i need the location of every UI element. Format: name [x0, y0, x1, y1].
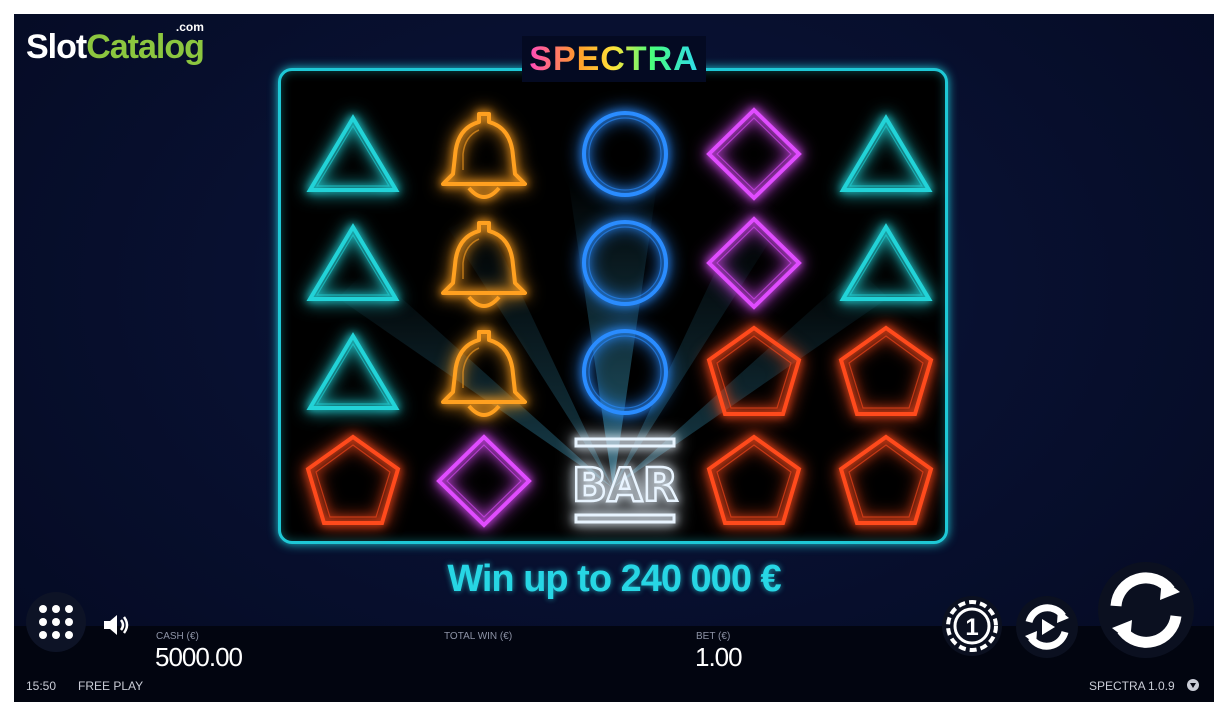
reel-symbol-triangle — [298, 104, 408, 204]
menu-dot — [52, 605, 60, 613]
title-plate: SPECTRA — [522, 36, 706, 82]
autoplay-icon — [1025, 604, 1069, 650]
reel-symbol-bell — [429, 213, 539, 313]
game-title: SPECTRA — [522, 36, 706, 82]
help-button[interactable] — [1186, 678, 1200, 692]
play-mode: FREE PLAY — [78, 679, 144, 693]
pentagon-icon — [706, 434, 802, 525]
cash-label: CASH (€) — [156, 631, 199, 642]
max-win-promo: Win up to 240 000 € — [447, 558, 781, 600]
spin-button[interactable] — [1098, 562, 1194, 658]
clock: 15:50 — [26, 679, 57, 693]
triangle-icon — [839, 223, 933, 301]
reel-symbol-circle — [570, 104, 680, 204]
slotcatalog-logo: SlotCatalog .com — [26, 20, 205, 67]
menu-dot — [39, 631, 47, 639]
svg-text:BAR: BAR — [572, 458, 678, 512]
bet-value: 1.00 — [695, 642, 743, 672]
bell-icon — [441, 221, 527, 308]
menu-dot — [52, 631, 60, 639]
reel-symbol-circle — [570, 213, 680, 313]
circle-icon — [582, 111, 668, 197]
reel-symbol-circle — [570, 322, 680, 422]
reel-symbol-pentagon — [699, 431, 809, 531]
reel-symbol-pentagon — [298, 431, 408, 531]
game-name-footer: SPECTRA — [1089, 679, 1146, 693]
diamond-icon — [706, 107, 802, 201]
reel-symbol-bell — [429, 322, 539, 422]
triangle-icon — [306, 332, 400, 410]
triangle-icon — [839, 114, 933, 192]
triangle-icon — [306, 223, 400, 301]
reel-symbol-bell — [429, 104, 539, 204]
logo-word-slot: Slot — [26, 28, 87, 66]
reel-symbol-triangle — [298, 322, 408, 422]
menu-button[interactable] — [26, 592, 86, 652]
coin-value-button[interactable]: 1 — [942, 596, 1002, 656]
reel-symbol-diamond — [429, 431, 539, 531]
menu-dot — [52, 618, 60, 626]
bell-icon — [441, 112, 527, 199]
reel-grid: BAR — [278, 68, 948, 544]
reel-symbol-triangle — [831, 104, 941, 204]
circle-icon — [582, 220, 668, 306]
triangle-icon — [306, 114, 400, 192]
help-icon — [1187, 679, 1199, 691]
reel-symbol-triangle — [298, 213, 408, 313]
reel-symbol-pentagon — [699, 322, 809, 422]
speaker-icon — [104, 615, 129, 635]
menu-dot — [65, 618, 73, 626]
logo-suffix: .com — [175, 20, 204, 34]
menu-dots-icon — [39, 605, 47, 613]
reel-symbol-diamond — [699, 213, 809, 313]
sound-button[interactable] — [100, 610, 134, 640]
reel-symbol-triangle — [831, 213, 941, 313]
coin-value-text: 1 — [965, 614, 978, 641]
circle-icon — [582, 329, 668, 415]
menu-dot — [39, 618, 47, 626]
reel-symbol-bar: BAR — [570, 431, 680, 531]
bet-label: BET (€) — [696, 631, 731, 642]
spin-icon — [1110, 572, 1182, 648]
total-win-label: TOTAL WIN (€) — [444, 631, 513, 642]
bell-icon — [441, 330, 527, 417]
reel-symbol-pentagon — [831, 431, 941, 531]
bar-icon: BAR — [571, 437, 679, 524]
menu-dot — [65, 631, 73, 639]
pentagon-icon — [706, 325, 802, 416]
autoplay-button[interactable] — [1016, 596, 1078, 658]
reel-symbol-diamond — [699, 104, 809, 204]
pentagon-icon — [305, 434, 401, 525]
menu-dot — [65, 605, 73, 613]
pentagon-icon — [838, 434, 934, 525]
reel-symbol-pentagon — [831, 322, 941, 422]
cash-value: 5000.00 — [155, 642, 243, 672]
diamond-icon — [436, 434, 532, 528]
pentagon-icon — [838, 325, 934, 416]
game-screen: SlotCatalog .com BAR SPECTRA Win up to 2… — [14, 14, 1214, 702]
version-number: 1.0.9 — [1148, 679, 1175, 693]
coin-value-icon: 1 — [946, 600, 998, 652]
diamond-icon — [706, 216, 802, 310]
